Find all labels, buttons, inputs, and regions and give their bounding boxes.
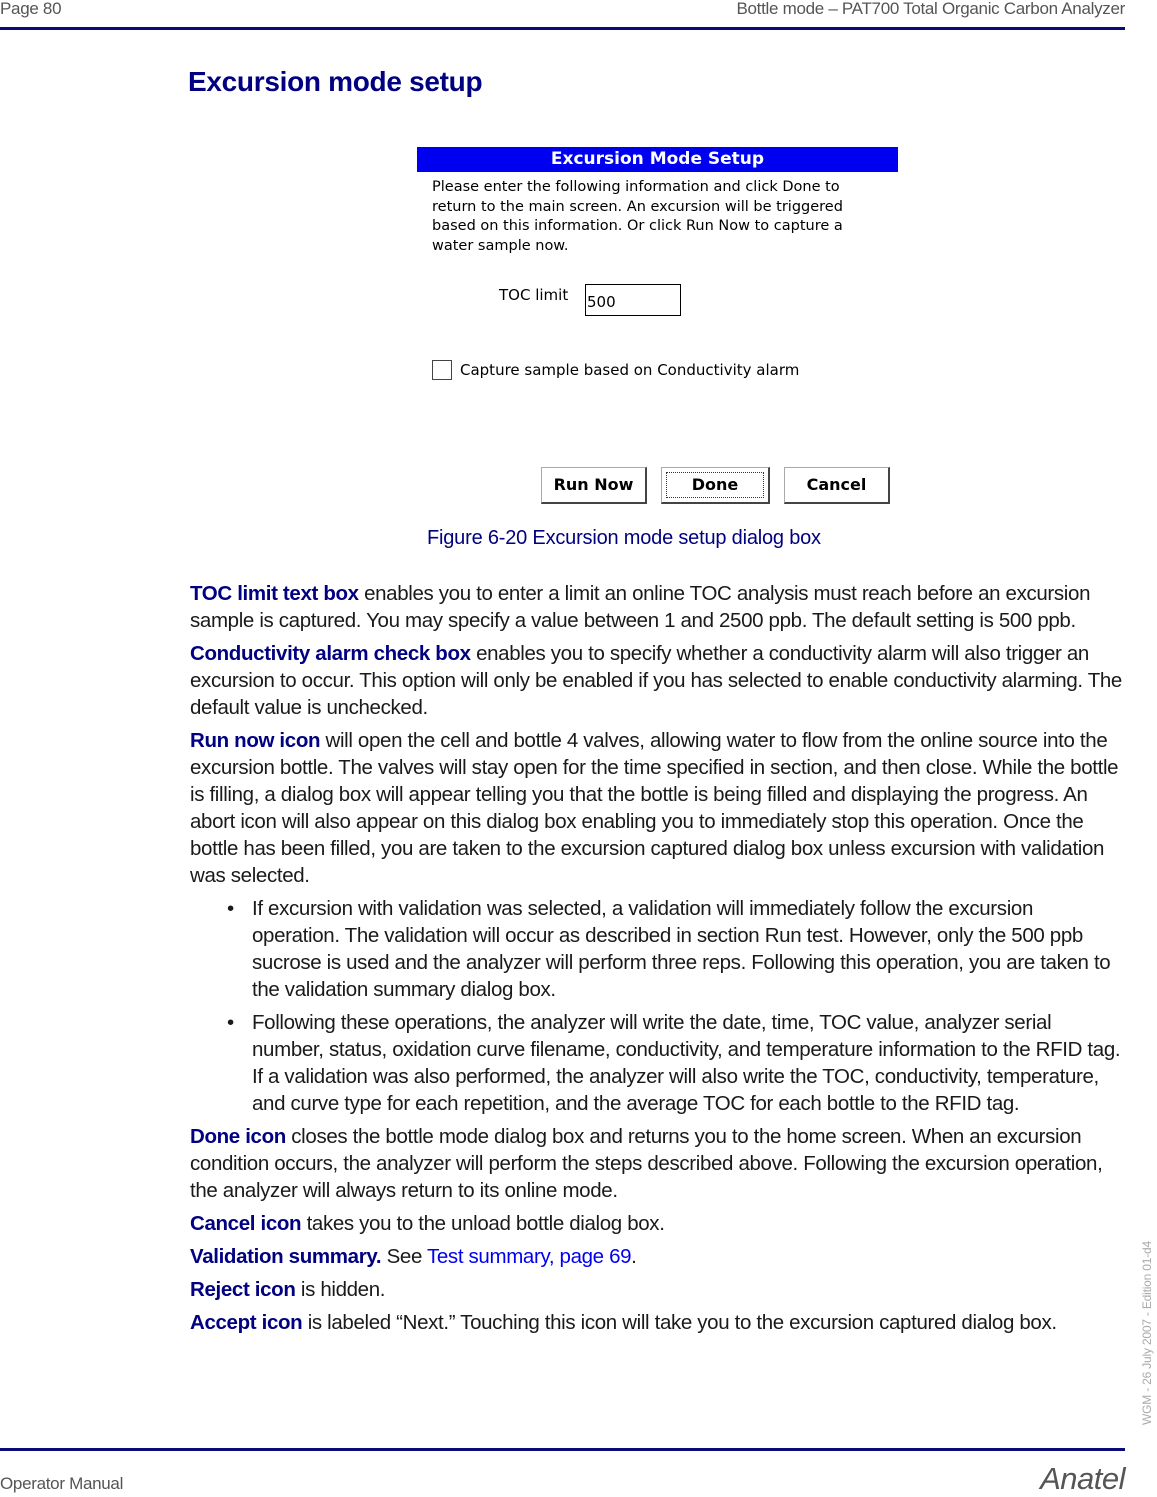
run-now-button[interactable]: Run Now: [541, 467, 647, 504]
figure-caption: Figure 6-20 Excursion mode setup dialog …: [427, 527, 821, 549]
cancel-button[interactable]: Cancel: [784, 467, 890, 504]
toc-limit-paragraph: TOC limit text box enables you to enter …: [190, 580, 1125, 634]
dialog-title: Excursion Mode Setup: [417, 147, 898, 172]
conductivity-alarm-option[interactable]: Capture sample based on Conductivity ala…: [432, 360, 799, 380]
header-rule: [0, 27, 1125, 30]
excursion-mode-setup-dialog: Excursion Mode Setup Please enter the fo…: [417, 147, 898, 511]
test-summary-link[interactable]: Test summary, page 69: [427, 1245, 632, 1268]
conductivity-paragraph: Conductivity alarm check box enables you…: [190, 640, 1125, 721]
done-button[interactable]: Done: [661, 467, 770, 504]
bullet-list: • If excursion with validation was selec…: [190, 895, 1125, 1117]
term-done: Done icon: [190, 1125, 286, 1148]
page-title: Excursion mode setup: [188, 66, 483, 97]
term-validation-summary: Validation summary.: [190, 1245, 382, 1268]
cancel-description: takes you to the unload bottle dialog bo…: [301, 1212, 665, 1235]
term-conductivity: Conductivity alarm check box: [190, 642, 471, 665]
toc-limit-input[interactable]: [585, 284, 681, 316]
list-item-text: Following these operations, the analyzer…: [252, 1011, 1121, 1115]
run-now-description: will open the cell and bottle 4 valves, …: [190, 729, 1119, 887]
conductivity-alarm-checkbox[interactable]: [432, 360, 452, 380]
body-text: TOC limit text box enables you to enter …: [190, 580, 1125, 1342]
footer-rule: [0, 1448, 1125, 1451]
edition-note: WGM - 26 July 2007 - Edition 01-d4: [1140, 1241, 1154, 1425]
accept-description: is labeled “Next.” Touching this icon wi…: [302, 1311, 1057, 1334]
focus-outline: [666, 472, 764, 498]
run-now-paragraph: Run now icon will open the cell and bott…: [190, 727, 1125, 889]
validation-pre: See: [381, 1245, 427, 1268]
conductivity-alarm-label: Capture sample based on Conductivity ala…: [460, 361, 800, 379]
validation-paragraph: Validation summary. See Test summary, pa…: [190, 1243, 1125, 1270]
term-accept: Accept icon: [190, 1311, 303, 1334]
accept-paragraph: Accept icon is labeled “Next.” Touching …: [190, 1309, 1125, 1336]
validation-post: .: [631, 1245, 637, 1268]
term-cancel: Cancel icon: [190, 1212, 302, 1235]
reject-paragraph: Reject icon is hidden.: [190, 1276, 1125, 1303]
term-run-now: Run now icon: [190, 729, 321, 752]
brand-logo-text: Anatel: [1040, 1461, 1125, 1496]
reject-description: is hidden.: [295, 1278, 386, 1301]
running-header-title: Bottle mode – PAT700 Total Organic Carbo…: [736, 0, 1125, 18]
list-item-text: If excursion with validation was selecte…: [252, 897, 1111, 1001]
page-number: Page 80: [0, 0, 62, 18]
done-description: closes the bottle mode dialog box and re…: [190, 1125, 1103, 1202]
bullet-icon: •: [227, 897, 234, 920]
list-item: • Following these operations, the analyz…: [190, 1009, 1125, 1117]
dialog-message: Please enter the following information a…: [432, 179, 843, 254]
term-toc-limit: TOC limit text box: [190, 582, 359, 605]
term-reject: Reject icon: [190, 1278, 296, 1301]
list-item: • If excursion with validation was selec…: [190, 895, 1125, 1003]
done-paragraph: Done icon closes the bottle mode dialog …: [190, 1123, 1125, 1204]
toc-limit-label: TOC limit: [499, 286, 569, 304]
bullet-icon: •: [227, 1011, 234, 1034]
cancel-paragraph: Cancel icon takes you to the unload bott…: [190, 1210, 1125, 1237]
footer-manual-title: Operator Manual: [0, 1474, 124, 1493]
